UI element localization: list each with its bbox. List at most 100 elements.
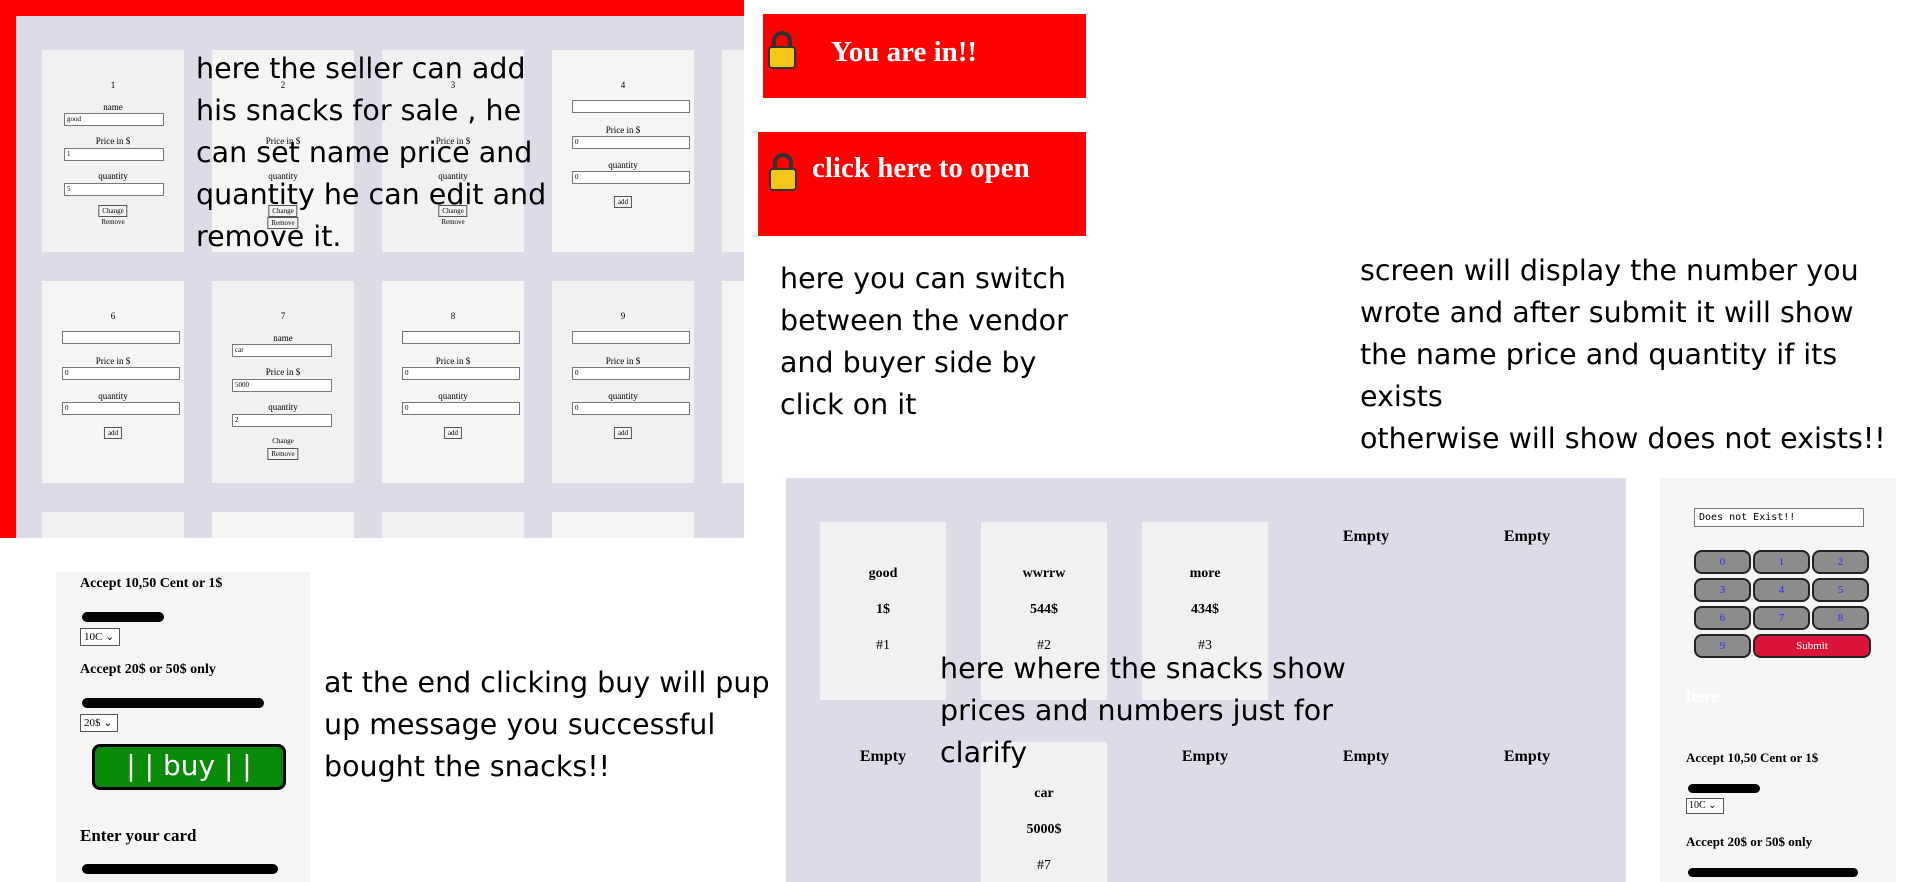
key-5[interactable]: 5	[1812, 578, 1869, 602]
coin-slot	[1688, 784, 1760, 793]
change-button[interactable]: Change	[98, 205, 128, 217]
seller-card-10	[722, 281, 744, 483]
price-input[interactable]: 5000	[232, 379, 332, 392]
remove-button[interactable]: Remove	[267, 448, 299, 460]
number-display[interactable]: Does not Exist!!	[1694, 508, 1864, 527]
quantity-input[interactable]: 0	[572, 402, 690, 415]
snack-name: car	[1034, 786, 1054, 801]
accept-coins-label: Accept 10,50 Cent or 1$	[1686, 750, 1819, 765]
quantity-input[interactable]: 0	[62, 402, 180, 415]
buy-button[interactable]: | | buy | |	[92, 744, 286, 790]
buy-note: at the end clicking buy will pup up mess…	[324, 662, 770, 788]
key-2[interactable]: 2	[1812, 550, 1869, 574]
bill-slot	[82, 698, 264, 708]
name-input[interactable]	[62, 331, 180, 344]
price-label: Price in $	[95, 356, 131, 366]
add-button[interactable]: add	[613, 196, 633, 208]
snack-price: 5000$	[1026, 822, 1062, 837]
name-input[interactable]	[402, 331, 520, 344]
coin-select[interactable]: 10C ⌄	[80, 628, 120, 646]
remove-button[interactable]: Remove	[98, 217, 127, 229]
name-input[interactable]	[572, 100, 690, 113]
note-line: exists	[1360, 380, 1443, 413]
coin-slot	[82, 612, 164, 622]
seller-card-9: 9 Price in $ 0 quantity 0 add	[552, 281, 694, 483]
name-input[interactable]	[572, 331, 690, 344]
change-button[interactable]: Change	[269, 436, 296, 448]
empty-slot: Empty	[1342, 528, 1390, 545]
key-7[interactable]: 7	[1753, 606, 1810, 630]
note-line: here where the snacks show	[940, 652, 1346, 685]
add-button[interactable]: add	[613, 427, 633, 439]
bill-select[interactable]: 20$ ⌄	[80, 714, 118, 732]
snack-id: #7	[1037, 858, 1051, 873]
note-line: prices and numbers just for	[940, 694, 1333, 727]
click-to-open-toggle[interactable]: click here to open	[758, 132, 1086, 236]
you-are-in-toggle[interactable]: You are in!!	[763, 14, 1086, 98]
card-label: Enter your card	[80, 826, 197, 845]
seller-card-14	[552, 512, 694, 538]
payment-panel: Accept 10,50 Cent or 1$ 10C ⌄ Accept 20$…	[56, 572, 310, 882]
quantity-label: quantity	[98, 391, 128, 401]
quantity-input[interactable]: 0	[402, 402, 520, 415]
price-input[interactable]: 1	[64, 148, 164, 161]
accept-bills-label: Accept 20$ or 50$ only	[80, 662, 216, 677]
slot-number: 7	[280, 311, 286, 321]
name-input[interactable]: car	[232, 344, 332, 357]
note-line: at the end clicking buy will pup	[324, 666, 770, 699]
lock-icon	[769, 153, 797, 191]
coin-select-value: 10C	[1689, 800, 1706, 811]
slot-number: 8	[450, 311, 456, 321]
key-0[interactable]: 0	[1694, 550, 1751, 574]
key-9[interactable]: 9	[1694, 634, 1751, 658]
quantity-input[interactable]: 0	[572, 171, 690, 184]
note-line: wrote and after submit it will show	[1360, 296, 1854, 329]
price-label: Price in $	[435, 356, 471, 366]
slot-number: 4	[620, 80, 626, 90]
keypad-panel: Does not Exist!! 0 1 2 3 4 5 6 7 8 9 Sub…	[1660, 478, 1896, 882]
snack-name: wwrrw	[1022, 566, 1066, 581]
quantity-input[interactable]: 2	[232, 414, 332, 427]
note-line: bought the snacks!!	[324, 750, 611, 783]
price-label: Price in $	[95, 136, 131, 146]
empty-slot: Empty	[859, 748, 907, 765]
quantity-label: quantity	[438, 391, 468, 401]
note-line: up message you successful	[324, 708, 716, 741]
price-input[interactable]: 0	[402, 367, 520, 380]
quantity-label: quantity	[268, 402, 298, 412]
key-8[interactable]: 8	[1812, 606, 1869, 630]
seller-card-8: 8 Price in $ 0 quantity 0 add	[382, 281, 524, 483]
snack-name: more	[1189, 566, 1221, 581]
snack-name: good	[868, 566, 898, 581]
price-input[interactable]: 0	[572, 136, 690, 149]
submit-button[interactable]: Submit	[1753, 634, 1871, 658]
name-input[interactable]: good	[64, 113, 164, 126]
bill-select-value: 20$	[84, 717, 101, 729]
note-line: screen will display the number you	[1360, 254, 1859, 287]
screen-note: screen will display the number you wrote…	[1360, 250, 1886, 460]
add-button[interactable]: add	[103, 427, 123, 439]
key-1[interactable]: 1	[1753, 550, 1810, 574]
card-slot[interactable]	[82, 864, 278, 874]
seller-card-7: 7 name car Price in $ 5000 quantity 2 Ch…	[212, 281, 354, 483]
key-4[interactable]: 4	[1753, 578, 1810, 602]
quantity-label: quantity	[98, 171, 128, 181]
add-button[interactable]: add	[443, 427, 463, 439]
name-label: name	[273, 333, 293, 343]
key-3[interactable]: 3	[1694, 578, 1751, 602]
quantity-label: quantity	[608, 391, 638, 401]
accept-bills-label: Accept 20$ or 50$ only	[1686, 834, 1813, 849]
seller-card-6: 6 Price in $ 0 quantity 0 add	[42, 281, 184, 483]
price-input[interactable]: 0	[572, 367, 690, 380]
empty-slot: Empty	[1503, 748, 1551, 765]
snack-id: #1	[876, 638, 890, 653]
price-input[interactable]: 0	[62, 367, 180, 380]
seller-card-5	[722, 50, 744, 252]
note-line: between the vendor	[780, 304, 1068, 337]
snack-card-1[interactable]: good 1$ #1	[820, 522, 946, 700]
quantity-input[interactable]: 5	[64, 183, 164, 196]
coin-select[interactable]: 10C ⌄	[1686, 798, 1724, 814]
key-6[interactable]: 6	[1694, 606, 1751, 630]
here-label: here	[1686, 686, 1720, 706]
note-line: remove it.	[196, 220, 342, 253]
